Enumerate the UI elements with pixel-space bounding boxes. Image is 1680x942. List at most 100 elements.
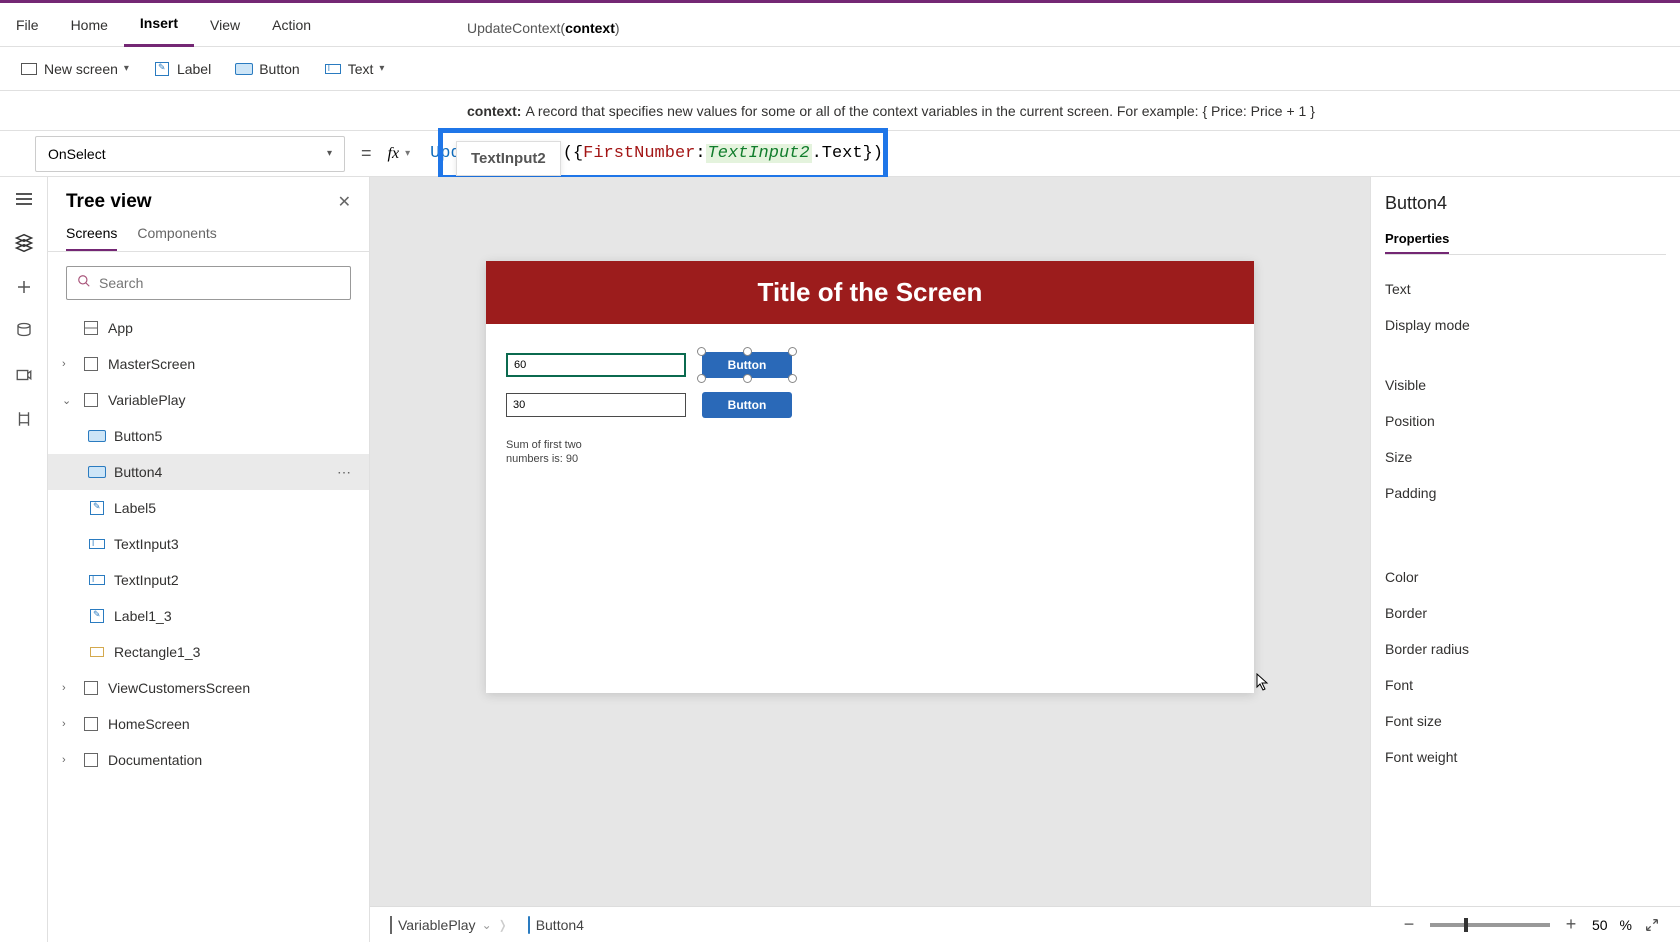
- search-input[interactable]: [99, 275, 340, 291]
- context-label: context:: [467, 103, 521, 119]
- formula-input[interactable]: UpdateContext({FirstNumber: TextInput2.T…: [416, 131, 1680, 176]
- screen-canvas[interactable]: Title of the Screen Button: [486, 261, 1254, 693]
- tree-app[interactable]: App: [48, 310, 369, 346]
- tree-rectangle13[interactable]: Rectangle1_3: [48, 634, 369, 670]
- prop-font[interactable]: Font: [1385, 667, 1666, 703]
- prop-color[interactable]: Color: [1385, 559, 1666, 595]
- text-button[interactable]: Text ▾: [314, 55, 395, 83]
- tree-button5[interactable]: Button5: [48, 418, 369, 454]
- expand-icon[interactable]: [1644, 917, 1660, 933]
- chevron-down-icon: ⌄: [482, 918, 492, 932]
- close-icon[interactable]: ✕: [338, 192, 351, 212]
- tab-components[interactable]: Components: [137, 225, 216, 251]
- selected-control-name: Button4: [1385, 193, 1666, 214]
- menu-file[interactable]: File: [0, 3, 55, 47]
- screen-title: Title of the Screen: [486, 261, 1254, 324]
- tools-icon[interactable]: [14, 409, 34, 429]
- tree-panel: Tree view ✕ Screens Components App › Mas…: [48, 177, 370, 942]
- tree-textinput2[interactable]: TextInput2: [48, 562, 369, 598]
- prop-position[interactable]: Position: [1385, 403, 1666, 439]
- menu-insert[interactable]: Insert: [124, 3, 194, 47]
- menu-home[interactable]: Home: [55, 3, 124, 47]
- newscreen-label: New screen: [44, 61, 118, 77]
- cursor-icon: [1256, 673, 1270, 696]
- prop-text[interactable]: Text: [1385, 271, 1666, 307]
- tree-homescreen[interactable]: › HomeScreen: [48, 706, 369, 742]
- context-desc: A record that specifies new values for s…: [525, 103, 1314, 119]
- autocomplete-popup[interactable]: TextInput2: [456, 141, 561, 176]
- prop-visible[interactable]: Visible: [1385, 367, 1666, 403]
- menu-view[interactable]: View: [194, 3, 256, 47]
- intellisense-hint: UpdateContext(context): [467, 20, 620, 36]
- tree-list: App › MasterScreen ⌄ VariablePlay Button…: [48, 310, 369, 942]
- properties-panel: Button4 Properties Text Display mode Vis…: [1370, 177, 1680, 942]
- zoom-in-button[interactable]: +: [1562, 916, 1580, 934]
- search-box[interactable]: [66, 266, 351, 300]
- data-icon[interactable]: [14, 321, 34, 341]
- tree-label5[interactable]: Label5: [48, 490, 369, 526]
- media-icon[interactable]: [14, 365, 34, 385]
- tree-icon[interactable]: [14, 233, 34, 253]
- context-help: context: A record that specifies new val…: [0, 91, 1680, 131]
- resize-handle[interactable]: [743, 347, 752, 356]
- menu-action[interactable]: Action: [256, 3, 327, 47]
- resize-handle[interactable]: [697, 347, 706, 356]
- properties-tab[interactable]: Properties: [1385, 231, 1449, 254]
- sum-label: Sum of first two numbers is: 90: [506, 438, 586, 467]
- chevron-right-icon: ❭: [498, 918, 508, 932]
- newscreen-button[interactable]: New screen ▾: [10, 55, 139, 83]
- button-label: Button: [259, 61, 299, 77]
- property-select[interactable]: OnSelect ▾: [35, 136, 345, 172]
- textinput3-field[interactable]: [506, 393, 686, 417]
- chevron-down-icon: ▾: [379, 63, 384, 74]
- chevron-down-icon: ▾: [124, 63, 129, 74]
- plus-icon[interactable]: [14, 277, 34, 297]
- prop-displaymode[interactable]: Display mode: [1385, 307, 1666, 343]
- breadcrumb-item[interactable]: Button4: [528, 917, 584, 933]
- prop-size[interactable]: Size: [1385, 439, 1666, 475]
- resize-handle[interactable]: [697, 374, 706, 383]
- button-button[interactable]: Button: [225, 55, 309, 83]
- tree-masterscreen[interactable]: › MasterScreen: [48, 346, 369, 382]
- tree-textinput3[interactable]: TextInput3: [48, 526, 369, 562]
- equals-sign: =: [361, 143, 372, 164]
- zoom-out-button[interactable]: −: [1400, 916, 1418, 934]
- property-select-value: OnSelect: [48, 146, 106, 162]
- prop-border[interactable]: Border: [1385, 595, 1666, 631]
- prop-borderradius[interactable]: Border radius: [1385, 631, 1666, 667]
- tab-screens[interactable]: Screens: [66, 225, 117, 251]
- chevron-down-icon[interactable]: ▾: [405, 148, 410, 159]
- zoom-value: 50: [1592, 917, 1608, 933]
- tree-viewcust[interactable]: › ViewCustomersScreen: [48, 670, 369, 706]
- tree-variableplay[interactable]: ⌄ VariablePlay: [48, 382, 369, 418]
- resize-handle[interactable]: [788, 347, 797, 356]
- search-icon: [77, 274, 91, 293]
- tree-title: Tree view: [66, 191, 152, 213]
- ribbon-toolbar: New screen ▾ Label Button Text ▾: [0, 47, 1680, 91]
- button5-control[interactable]: Button: [702, 392, 792, 418]
- textinput2-field[interactable]: [506, 353, 686, 377]
- canvas-area[interactable]: Title of the Screen Button: [370, 177, 1370, 942]
- resize-handle[interactable]: [788, 374, 797, 383]
- zoom-slider[interactable]: [1430, 923, 1550, 927]
- resize-handle[interactable]: [743, 374, 752, 383]
- text-label: Text: [348, 61, 374, 77]
- prop-fontweight[interactable]: Font weight: [1385, 739, 1666, 775]
- tree-documentation[interactable]: › Documentation: [48, 742, 369, 778]
- tree-button4[interactable]: Button4 ⋯: [48, 454, 369, 490]
- hamburger-icon[interactable]: [14, 189, 34, 209]
- menu-tabs: File Home Insert View Action UpdateConte…: [0, 3, 1680, 47]
- zoom-pct: %: [1620, 917, 1632, 933]
- button4-selected[interactable]: Button: [702, 352, 792, 378]
- breadcrumb[interactable]: VariablePlay ⌄ ❭: [390, 917, 508, 933]
- prop-padding[interactable]: Padding: [1385, 475, 1666, 511]
- status-bar: VariablePlay ⌄ ❭ Button4 − + 50 %: [370, 906, 1680, 942]
- chevron-down-icon: ▾: [327, 148, 332, 159]
- prop-fontsize[interactable]: Font size: [1385, 703, 1666, 739]
- label-button[interactable]: Label: [143, 55, 221, 83]
- formula-bar: OnSelect ▾ = fx ▾ UpdateContext({FirstNu…: [0, 131, 1680, 177]
- label-label: Label: [177, 61, 211, 77]
- more-icon[interactable]: ⋯: [337, 464, 353, 481]
- left-rail: [0, 177, 48, 942]
- tree-label13[interactable]: Label1_3: [48, 598, 369, 634]
